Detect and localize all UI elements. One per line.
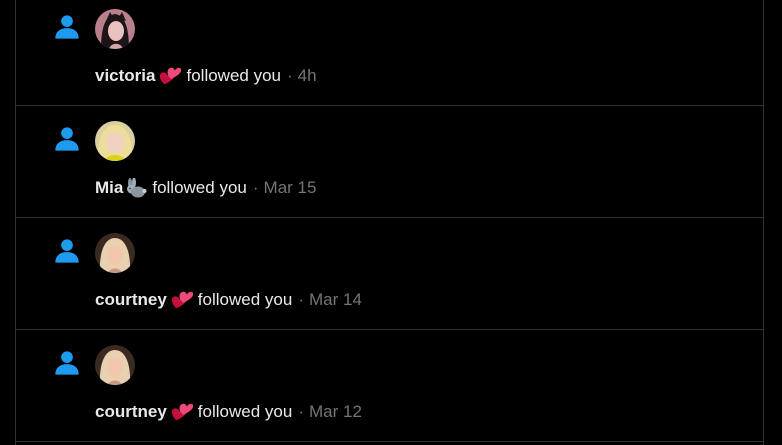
rabbit-emoji-icon xyxy=(127,178,147,198)
separator-dot: · xyxy=(298,290,304,309)
avatar[interactable] xyxy=(95,121,135,161)
person-icon xyxy=(55,127,79,151)
avatar[interactable] xyxy=(95,9,135,49)
follow-notification[interactable]: courtney followed you · Mar 14 xyxy=(16,218,763,330)
person-icon xyxy=(55,15,79,39)
timestamp[interactable]: Mar 12 xyxy=(309,402,362,422)
follow-action-text: followed you xyxy=(186,66,281,85)
username-link[interactable]: courtney xyxy=(95,290,167,310)
follow-action-text: followed you xyxy=(197,402,293,421)
follow-action-text: followed you xyxy=(152,178,247,197)
notifications-feed: victoria followed you · 4h Mia followed … xyxy=(15,0,764,445)
notification-text: courtney followed you · Mar 12 xyxy=(95,402,362,422)
notification-text: courtney followed you · Mar 14 xyxy=(95,290,362,310)
separator-dot: · xyxy=(287,66,293,85)
person-icon xyxy=(55,351,79,375)
hearts-emoji-icon xyxy=(171,291,193,309)
follow-notification[interactable]: Mia followed you · Mar 15 xyxy=(16,106,763,218)
notification-text: victoria followed you · 4h xyxy=(95,66,317,86)
hearts-emoji-icon xyxy=(171,403,193,421)
avatar[interactable] xyxy=(95,345,135,385)
follow-notification[interactable]: courtney followed you · Mar 12 xyxy=(16,330,763,442)
username-link[interactable]: Mia xyxy=(95,178,123,198)
username-link[interactable]: courtney xyxy=(95,402,167,422)
username-link[interactable]: victoria xyxy=(95,66,155,86)
avatar[interactable] xyxy=(95,233,135,273)
separator-dot: · xyxy=(298,402,304,421)
follow-action-text: followed you xyxy=(197,290,293,309)
timestamp[interactable]: Mar 14 xyxy=(309,290,362,310)
hearts-emoji-icon xyxy=(160,67,182,85)
separator-dot: · xyxy=(252,178,259,197)
notification-text: Mia followed you · Mar 15 xyxy=(95,178,316,198)
timestamp[interactable]: 4h xyxy=(298,66,317,86)
person-icon xyxy=(55,239,79,263)
follow-notification[interactable]: victoria followed you · 4h xyxy=(16,0,763,106)
timestamp[interactable]: Mar 15 xyxy=(264,178,317,198)
